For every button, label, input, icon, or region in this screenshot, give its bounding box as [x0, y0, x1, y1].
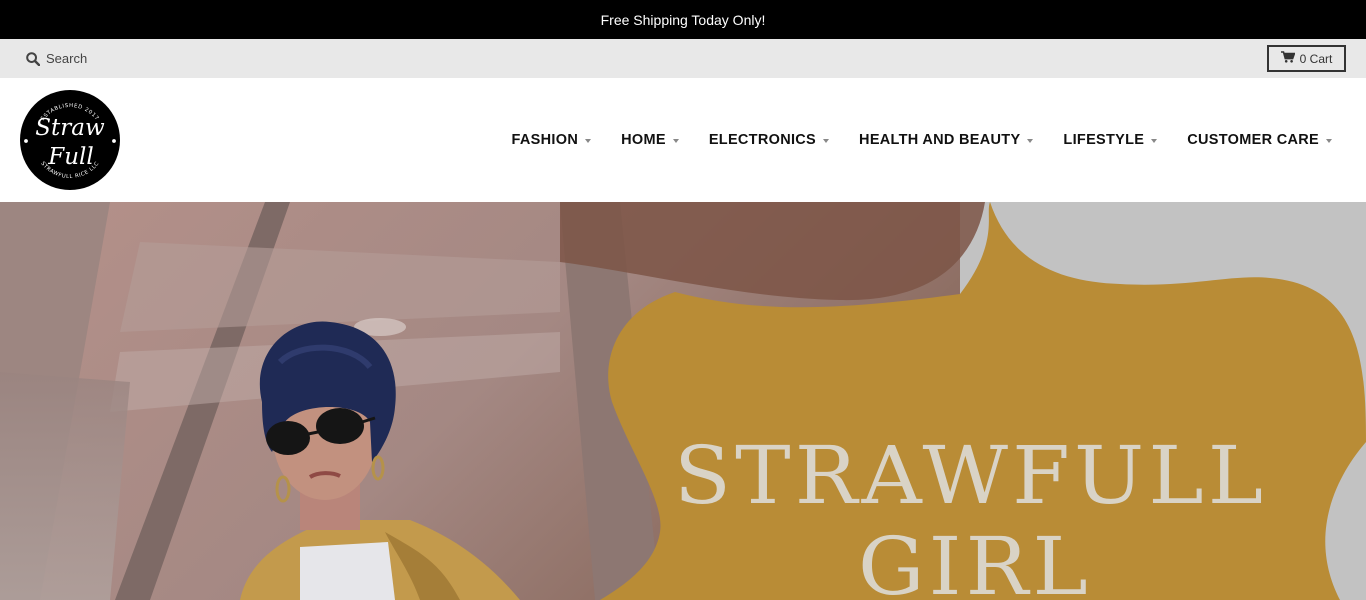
nav-item-health-and-beauty[interactable]: HEALTH AND BEAUTY [859, 132, 1034, 148]
nav-item-label: ELECTRONICS [708, 132, 817, 148]
announcement-text: Free Shipping Today Only! [600, 11, 766, 28]
hero-image [0, 202, 1366, 600]
site-header: ESTABLISHED 2017 STRAWFULL RICE LLC Stra… [0, 78, 1366, 202]
utility-bar: Search 0 Cart [0, 39, 1366, 78]
search-label: Search [46, 51, 88, 66]
nav-item-lifestyle[interactable]: LIFESTYLE [1063, 132, 1158, 148]
nav-item-fashion[interactable]: FASHION [512, 132, 592, 148]
nav-item-label: CUSTOMER CARE [1187, 132, 1319, 148]
chevron-down-icon [1151, 139, 1158, 143]
chevron-down-icon [823, 139, 830, 143]
svg-text:Full: Full [47, 144, 93, 170]
nav-item-label: HOME [621, 132, 666, 148]
search-link[interactable]: Search [26, 39, 87, 78]
main-nav: FASHION HOME ELECTRONICS HEALTH AND BEAU… [482, 78, 1332, 202]
chevron-down-icon [1326, 139, 1332, 143]
nav-item-customer-care[interactable]: CUSTOMER CARE [1187, 132, 1332, 148]
hero-banner[interactable]: STRAWFULL GIRL [0, 202, 1366, 600]
svg-text:Straw: Straw [35, 115, 105, 141]
chevron-down-icon [672, 139, 679, 143]
nav-item-electronics[interactable]: ELECTRONICS [708, 132, 830, 148]
search-icon [26, 51, 40, 66]
nav-item-label: HEALTH AND BEAUTY [859, 132, 1021, 148]
cart-icon [1280, 51, 1296, 66]
chevron-down-icon [1027, 139, 1034, 143]
site-logo[interactable]: ESTABLISHED 2017 STRAWFULL RICE LLC Stra… [20, 90, 120, 190]
cart-label: 0 Cart [1299, 51, 1333, 66]
announcement-bar: Free Shipping Today Only! [0, 0, 1366, 39]
nav-item-label: LIFESTYLE [1063, 132, 1145, 148]
nav-item-label: FASHION [511, 132, 579, 148]
nav-item-home[interactable]: HOME [621, 132, 679, 148]
chevron-down-icon [585, 139, 592, 143]
cart-button[interactable]: 0 Cart [1267, 45, 1346, 72]
